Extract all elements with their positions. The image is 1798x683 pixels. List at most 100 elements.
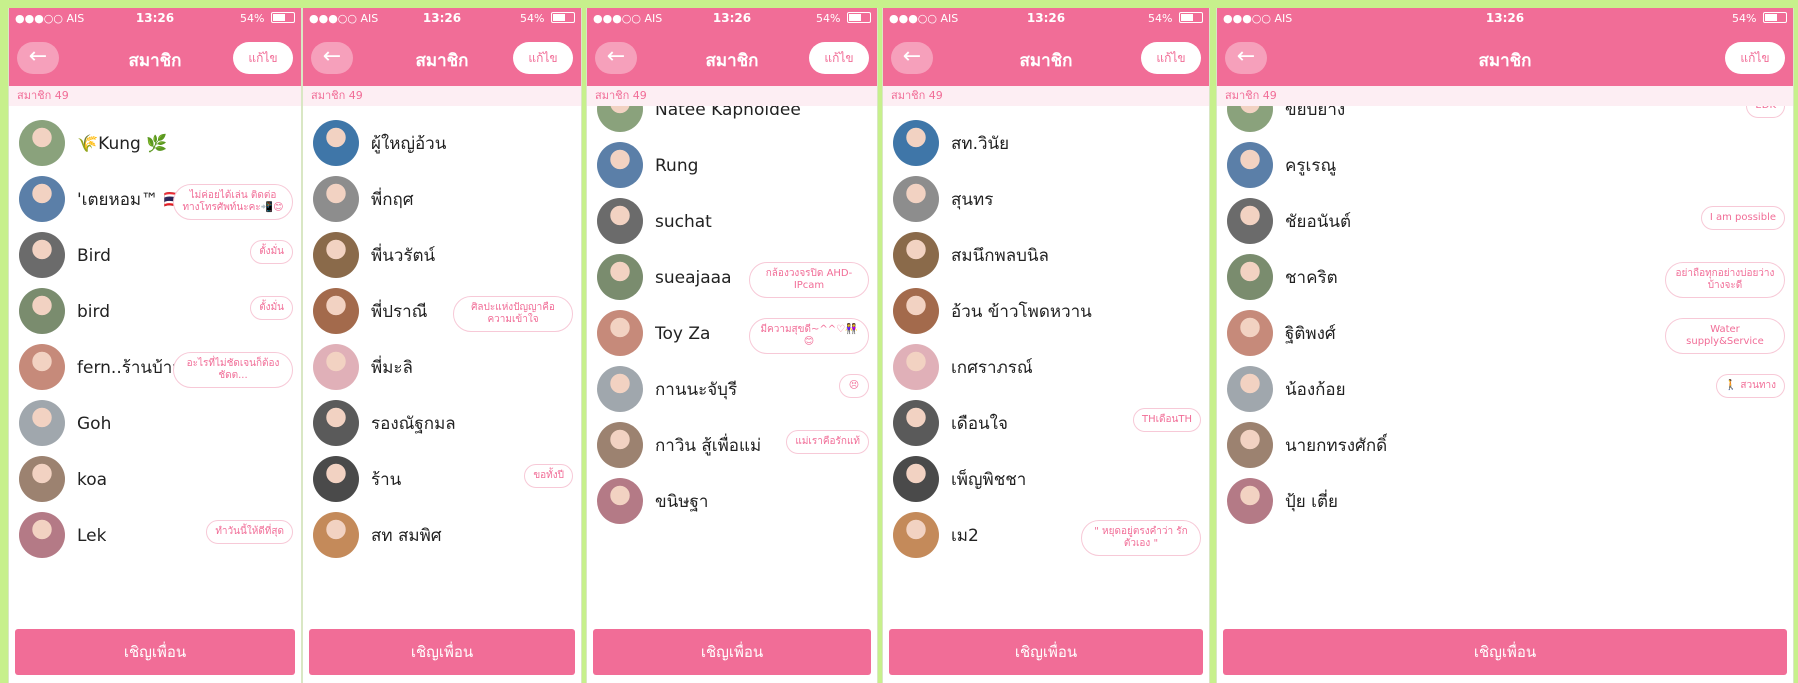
- member-list[interactable]: ขยับยางEDKครูเรณูชัยอนันต์I am possibleช…: [1217, 106, 1793, 638]
- battery-icon: [271, 12, 295, 23]
- avatar: [313, 400, 359, 446]
- member-name: สุนทร: [951, 190, 994, 210]
- member-row[interactable]: ขนิษฐา: [587, 470, 877, 534]
- status-message: ศิลปะแห่งปัญญาคือความเข้าใจ: [453, 296, 573, 332]
- status-message: 😣: [839, 374, 869, 398]
- page-title: สมาชิก: [1478, 51, 1532, 71]
- phone-screen-4: ●●●○○ AIS 13:26 54% ← สมาชิก แก้ไข สมาชิ…: [882, 8, 1210, 683]
- member-row[interactable]: Lek ทำวันนี้ให้ดีที่สุด: [9, 504, 301, 568]
- phone-screen-2: ●●●○○ AIS 13:26 54% ← สมาชิก แก้ไข สมาชิ…: [302, 8, 582, 683]
- avatar: [313, 456, 359, 502]
- avatar: [1227, 198, 1273, 244]
- avatar: [313, 344, 359, 390]
- member-row[interactable]: รองณัฐกมล: [303, 392, 581, 456]
- member-row[interactable]: กานนะจับุรี 😣: [587, 358, 877, 422]
- avatar: [19, 512, 65, 558]
- member-row[interactable]: สมนึกพลบนิล: [883, 224, 1209, 288]
- member-row[interactable]: พี่ปราณี ศิลปะแห่งปัญญาคือความเข้าใจ: [303, 280, 581, 344]
- edit-button[interactable]: แก้ไข: [809, 42, 869, 74]
- member-row[interactable]: ร้าน ขอทั้งปี: [303, 448, 581, 512]
- edit-button[interactable]: แก้ไข: [513, 42, 573, 74]
- invite-friends-button[interactable]: เชิญเพื่อน: [593, 629, 871, 675]
- avatar: [597, 366, 643, 412]
- member-row[interactable]: ฐิติพงศ์ Water supply&Service: [1217, 302, 1793, 366]
- member-row[interactable]: ผู้ใหญ่อ้วน: [303, 112, 581, 176]
- avatar: [597, 478, 643, 524]
- member-name: อ้วน ข้าวโพดหวาน: [951, 302, 1092, 322]
- invite-friends-button[interactable]: เชิญเพื่อน: [889, 629, 1203, 675]
- member-row[interactable]: สท.วินัย: [883, 112, 1209, 176]
- member-row[interactable]: koa: [9, 448, 301, 512]
- member-row[interactable]: น้องก้อย 🚶 สวนทาง: [1217, 358, 1793, 422]
- member-name: เกศราภรณ์: [951, 358, 1033, 378]
- member-row[interactable]: สท สมพิศ: [303, 504, 581, 568]
- member-list[interactable]: สท.วินัยสุนทรสมนึกพลบนิลอ้วน ข้าวโพดหวาน…: [883, 106, 1209, 638]
- edit-button[interactable]: แก้ไข: [1141, 42, 1201, 74]
- member-row[interactable]: Bird ตั้งมั่น: [9, 224, 301, 288]
- member-row[interactable]: Rung: [587, 134, 877, 198]
- member-name: koa: [77, 470, 108, 490]
- member-list[interactable]: Natee Kapholdee Rung suchat sueajaaa กล้องวง…: [587, 106, 877, 638]
- member-row[interactable]: ปุ้ย เตี่ย: [1217, 470, 1793, 534]
- member-row[interactable]: suchat: [587, 190, 877, 254]
- member-row[interactable]: ครูเรณู: [1217, 134, 1793, 198]
- phone-screen-5: ●●●○○ AIS 13:26 54% ← สมาชิก แก้ไข สมาชิ…: [1216, 8, 1794, 683]
- status-bar: ●●●○○ AIS 13:26 54%: [9, 8, 301, 30]
- avatar: [597, 310, 643, 356]
- member-row[interactable]: พี่นวรัตน์: [303, 224, 581, 288]
- invite-friends-button[interactable]: เชิญเพื่อน: [15, 629, 295, 675]
- member-row[interactable]: พี่มะลิ: [303, 336, 581, 400]
- member-row[interactable]: bird ตั้งมั่น: [9, 280, 301, 344]
- member-name: สมนึกพลบนิล: [951, 246, 1049, 266]
- battery-percent: 54%: [1148, 12, 1173, 25]
- member-row[interactable]: Goh: [9, 392, 301, 456]
- member-row[interactable]: fern..ร้านบ้านยา😘😘 อะไรที่ไม่ชัดเจนก็ต้อง…: [9, 336, 301, 400]
- member-row[interactable]: อ้วน ข้าวโพดหวาน: [883, 280, 1209, 344]
- member-count-header: สมาชิก 49: [587, 86, 877, 106]
- avatar: [1227, 478, 1273, 524]
- status-message: I am possible: [1700, 206, 1785, 230]
- member-row[interactable]: ชาคริต อย่าถือทุกอย่างบ่อยว่างบ้างจะดี: [1217, 246, 1793, 310]
- member-row[interactable]: เพ็ญพิชชา: [883, 448, 1209, 512]
- avatar: [1227, 106, 1273, 132]
- status-bar: ●●●○○ AIS 13:26 54%: [303, 8, 581, 30]
- member-row[interactable]: กาวิน สู้เพื่อแม่ แม่เราคือรักแท้: [587, 414, 877, 478]
- member-list[interactable]: ผู้ใหญ่อ้วน พี่กฤศ พี่นวรัตน์ พี่ปราณี ศิลปะ…: [303, 106, 581, 638]
- member-row[interactable]: 🌾Kung 🌿: [9, 112, 301, 176]
- member-row[interactable]: เกศราภรณ์: [883, 336, 1209, 400]
- status-message: อย่าถือทุกอย่างบ่อยว่างบ้างจะดี: [1665, 262, 1785, 298]
- nav-bar: ← สมาชิก แก้ไข: [883, 30, 1209, 86]
- invite-friends-button[interactable]: เชิญเพื่อน: [309, 629, 575, 675]
- member-row[interactable]: เม2 " หยุดอยู่ตรงคำว่า รักตัวเอง ": [883, 504, 1209, 568]
- member-row[interactable]: Toy Za มีความสุขดี~^^♡👭😊: [587, 302, 877, 366]
- member-row[interactable]: สุนทร: [883, 168, 1209, 232]
- invite-friends-button[interactable]: เชิญเพื่อน: [1223, 629, 1787, 675]
- member-name: ชาคริต: [1285, 268, 1338, 288]
- avatar: [893, 288, 939, 334]
- member-row[interactable]: 'เตยหอม™ 🇹🇭 ไม่ค่อยได้เล่น ติดต่อทางโทรศั…: [9, 168, 301, 232]
- avatar: [597, 198, 643, 244]
- member-row[interactable]: พี่กฤศ: [303, 168, 581, 232]
- nav-bar: ← สมาชิก แก้ไข: [9, 30, 301, 86]
- member-count-header: สมาชิก 49: [9, 86, 301, 106]
- member-row[interactable]: นายกทรงศักดิ์: [1217, 414, 1793, 478]
- avatar: [1227, 254, 1273, 300]
- member-name: ชัยอนันต์: [1285, 212, 1351, 232]
- avatar: [893, 512, 939, 558]
- battery-icon: [847, 12, 871, 23]
- clock: 13:26: [1485, 11, 1525, 25]
- member-row[interactable]: sueajaaa กล้องวงจรปิด AHD-IPcam: [587, 246, 877, 310]
- avatar: [19, 232, 65, 278]
- member-name: พี่มะลิ: [371, 358, 413, 378]
- battery-indicator: 54%: [816, 12, 871, 25]
- member-row[interactable]: ชัยอนันต์ I am possible: [1217, 190, 1793, 254]
- member-name: กาวิน สู้เพื่อแม่: [655, 436, 762, 456]
- battery-indicator: 54%: [1732, 12, 1787, 25]
- avatar: [893, 456, 939, 502]
- member-row[interactable]: เดือนใจ THเดือนTH: [883, 392, 1209, 456]
- edit-button[interactable]: แก้ไข: [233, 42, 293, 74]
- edit-button[interactable]: แก้ไข: [1725, 42, 1785, 74]
- status-message: THเดือนTH: [1132, 408, 1201, 432]
- avatar: [19, 120, 65, 166]
- member-list[interactable]: 🌾Kung 🌿 'เตยหอม™ 🇹🇭 ไม่ค่อยได้เล่น ติดต่อท…: [9, 106, 301, 638]
